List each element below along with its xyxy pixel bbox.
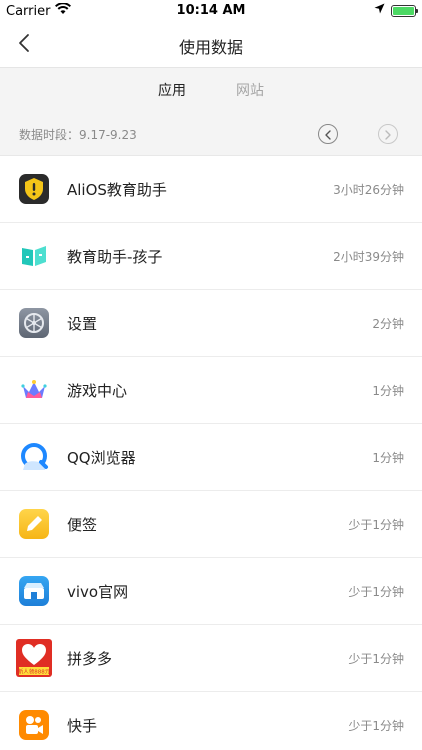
list-item[interactable]: 教育助手-孩子 2小时39分钟 [0, 223, 422, 290]
usage-time: 少于1分钟 [348, 518, 404, 532]
edu-book-icon [19, 241, 49, 271]
previous-period-button[interactable] [318, 124, 338, 144]
pinduoduo-icon: 新人领888元 [16, 639, 52, 677]
usage-time: 少于1分钟 [348, 719, 404, 733]
location-arrow-icon [374, 3, 385, 18]
chevron-left-icon [324, 125, 332, 144]
tab-apps[interactable]: 应用 [158, 80, 186, 100]
app-name: AliOS教育助手 [67, 181, 167, 199]
app-name: 拼多多 [67, 650, 113, 668]
status-time: 10:14 AM [176, 3, 246, 18]
period-label: 数据时段：9.17-9.23 [19, 128, 137, 142]
vivo-store-icon [19, 576, 49, 606]
segment-tabs: 应用 网站 [0, 68, 422, 112]
notes-pen-icon [19, 509, 49, 539]
navigation-bar: 使用数据 [0, 22, 422, 68]
app-name: 快手 [67, 717, 98, 735]
app-name: 游戏中心 [67, 382, 128, 400]
next-period-button[interactable] [378, 124, 398, 144]
list-item[interactable]: 设置 2分钟 [0, 290, 422, 357]
usage-time: 2分钟 [372, 317, 404, 331]
list-item[interactable]: AliOS教育助手 3小时26分钟 [0, 156, 422, 223]
list-item[interactable]: QQ浏览器 1分钟 [0, 424, 422, 491]
chevron-right-icon [384, 125, 392, 144]
app-usage-list: AliOS教育助手 3小时26分钟 教育助手-孩子 2小时39分钟 设置 2分钟 [0, 156, 422, 750]
app-name: vivo官网 [67, 583, 129, 601]
app-name: 设置 [67, 315, 98, 333]
settings-gear-icon [19, 308, 49, 338]
status-bar: Carrier 10:14 AM [0, 0, 422, 22]
app-name: QQ浏览器 [67, 449, 136, 467]
alios-shield-icon [19, 174, 49, 204]
usage-time: 1分钟 [372, 451, 404, 465]
list-item[interactable]: 游戏中心 1分钟 [0, 357, 422, 424]
list-item[interactable]: 新人领888元 拼多多 少于1分钟 [0, 625, 422, 692]
app-name: 便签 [67, 516, 98, 534]
list-item[interactable]: vivo官网 少于1分钟 [0, 558, 422, 625]
usage-time: 3小时26分钟 [333, 183, 404, 197]
usage-time: 1分钟 [372, 384, 404, 398]
pinduoduo-icon-caption: 新人领888元 [18, 668, 51, 676]
usage-time: 少于1分钟 [348, 585, 404, 599]
status-right [374, 3, 418, 18]
tab-websites[interactable]: 网站 [236, 80, 264, 100]
usage-time: 2小时39分钟 [333, 250, 404, 264]
game-crown-icon [19, 375, 49, 405]
list-item[interactable]: 便签 少于1分钟 [0, 491, 422, 558]
list-item[interactable]: 快手 少于1分钟 [0, 692, 422, 750]
qq-browser-icon [19, 442, 49, 472]
kuaishou-camera-icon [19, 710, 49, 740]
usage-time: 少于1分钟 [348, 652, 404, 666]
page-title: 使用数据 [178, 38, 243, 57]
app-name: 教育助手-孩子 [67, 248, 163, 266]
period-bar: 数据时段：9.17-9.23 [0, 112, 422, 156]
battery-icon [391, 4, 418, 17]
